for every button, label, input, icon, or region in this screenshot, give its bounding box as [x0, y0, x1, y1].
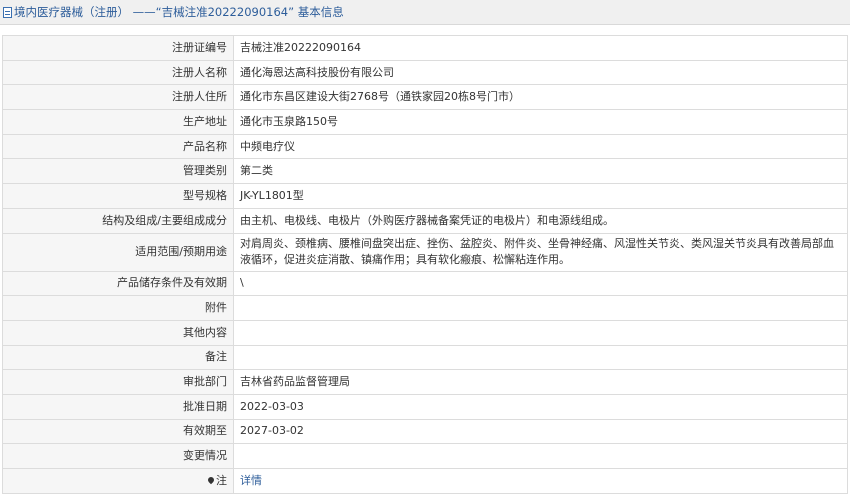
value-model-spec: JK-YL1801型 [233, 183, 848, 209]
label-approval-date: 批准日期 [2, 393, 234, 420]
table-row: 注 详情 [2, 468, 848, 494]
value-other-content [233, 319, 848, 346]
label-intended-use: 适用范围/预期用途 [2, 232, 234, 272]
value-registrant-address: 通化市东昌区建设大街2768号（通铁家园20栋8号门市） [233, 84, 848, 111]
table-row: 变更情况 [2, 443, 848, 469]
table-row: 适用范围/预期用途 对肩周炎、颈椎病、腰椎间盘突出症、挫伤、盆腔炎、附件炎、坐骨… [2, 232, 848, 272]
label-storage-validity: 产品储存条件及有效期 [2, 270, 234, 297]
table-row: 注册人名称 通化海恩达高科技股份有限公司 [2, 59, 848, 86]
value-remarks [233, 344, 848, 371]
table-row: 审批部门 吉林省药品监督管理局 [2, 369, 848, 395]
value-production-address: 通化市玉泉路150号 [233, 109, 848, 135]
label-remarks: 备注 [2, 344, 234, 371]
table-row: 批准日期 2022-03-03 [2, 393, 848, 420]
label-production-address: 生产地址 [2, 109, 234, 135]
value-approval-date: 2022-03-03 [233, 393, 848, 420]
label-registration-number: 注册证编号 [2, 35, 234, 61]
value-approval-department: 吉林省药品监督管理局 [233, 369, 848, 395]
table-row: 产品名称 中频电疗仪 [2, 133, 848, 160]
value-valid-until: 2027-03-02 [233, 418, 848, 445]
label-product-name: 产品名称 [2, 133, 234, 160]
page-title: 境内医疗器械（注册） ——“吉械注准20222090164” 基本信息 [14, 5, 344, 19]
pin-icon [206, 475, 216, 485]
table-row: 结构及组成/主要组成成分 由主机、电极线、电极片（外购医疗器械备案凭证的电极片）… [2, 207, 848, 234]
table-row: 有效期至 2027-03-02 [2, 418, 848, 445]
value-registration-number: 吉械注准20222090164 [233, 35, 848, 61]
label-note: 注 [2, 468, 234, 494]
value-product-name: 中频电疗仪 [233, 133, 848, 160]
value-management-category: 第二类 [233, 158, 848, 185]
table-row: 产品储存条件及有效期 \ [2, 270, 848, 297]
value-note: 详情 [233, 468, 848, 494]
table-row: 生产地址 通化市玉泉路150号 [2, 109, 848, 135]
info-table: 注册证编号 吉械注准20222090164 注册人名称 通化海恩达高科技股份有限… [2, 35, 848, 494]
table-row: 管理类别 第二类 [2, 158, 848, 185]
table-row: 其他内容 [2, 319, 848, 346]
label-structure-composition: 结构及组成/主要组成成分 [2, 207, 234, 234]
details-link[interactable]: 详情 [240, 474, 262, 487]
note-label-text: 注 [216, 473, 227, 487]
table-row: 备注 [2, 344, 848, 371]
label-valid-until: 有效期至 [2, 418, 234, 445]
label-attachments: 附件 [2, 295, 234, 321]
value-registrant-name: 通化海恩达高科技股份有限公司 [233, 59, 848, 86]
table-row: 型号规格 JK-YL1801型 [2, 183, 848, 209]
label-change-history: 变更情况 [2, 443, 234, 469]
value-change-history [233, 443, 848, 469]
table-row: 附件 [2, 295, 848, 321]
label-model-spec: 型号规格 [2, 183, 234, 209]
value-intended-use: 对肩周炎、颈椎病、腰椎间盘突出症、挫伤、盆腔炎、附件炎、坐骨神经痛、风湿性关节炎… [233, 232, 848, 272]
value-structure-composition: 由主机、电极线、电极片（外购医疗器械备案凭证的电极片）和电源线组成。 [233, 207, 848, 234]
table-row: 注册证编号 吉械注准20222090164 [2, 35, 848, 61]
value-attachments [233, 295, 848, 321]
label-other-content: 其他内容 [2, 319, 234, 346]
label-approval-department: 审批部门 [2, 369, 234, 395]
page-header: 境内医疗器械（注册） ——“吉械注准20222090164” 基本信息 [0, 0, 850, 25]
value-storage-validity: \ [233, 270, 848, 297]
label-management-category: 管理类别 [2, 158, 234, 185]
label-registrant-name: 注册人名称 [2, 59, 234, 86]
table-row: 注册人住所 通化市东昌区建设大街2768号（通铁家园20栋8号门市） [2, 84, 848, 111]
label-registrant-address: 注册人住所 [2, 84, 234, 111]
document-icon [3, 6, 12, 18]
